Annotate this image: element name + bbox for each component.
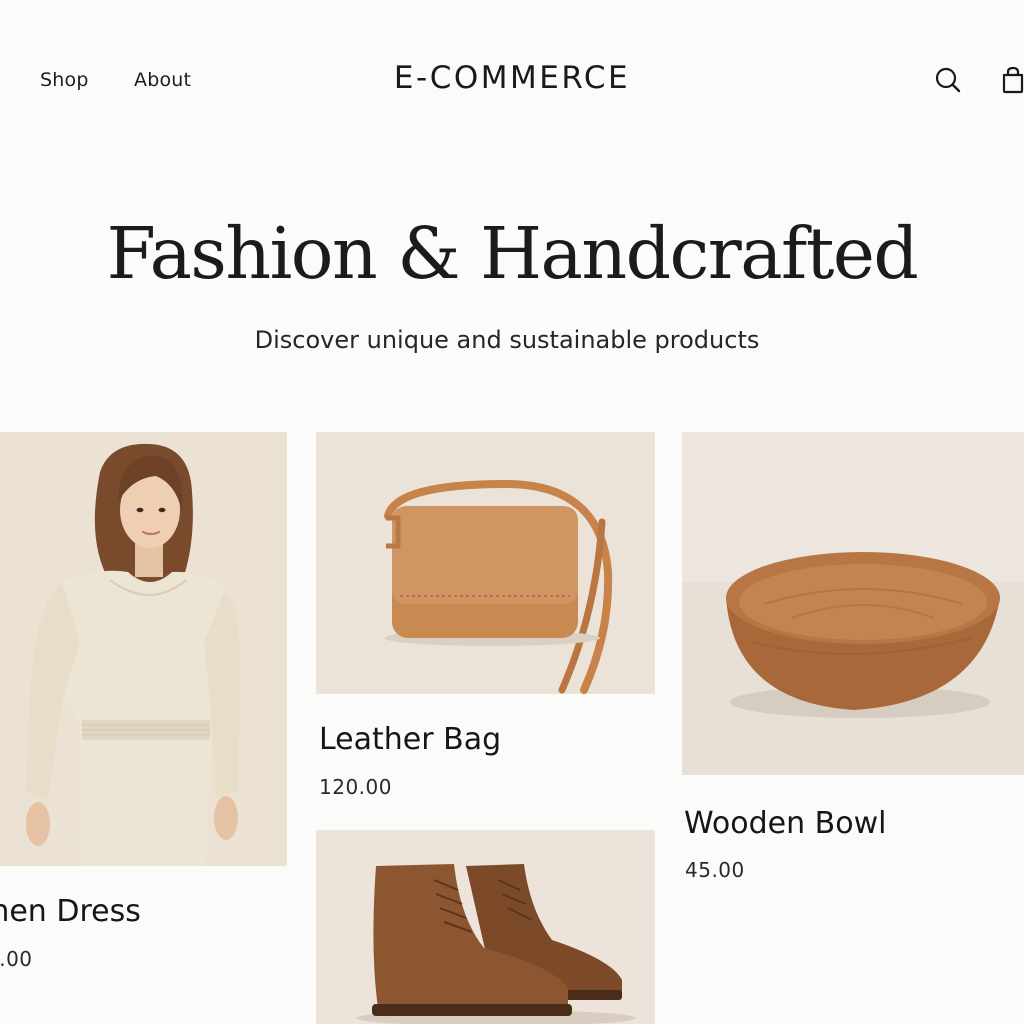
search-button[interactable] xyxy=(932,64,964,96)
leather-bag-photo xyxy=(316,432,655,694)
linen-dress-photo xyxy=(0,432,287,866)
suede-boots-photo xyxy=(316,830,655,1024)
product-image-linen-dress[interactable] xyxy=(0,432,287,866)
product-name[interactable]: inen Dress xyxy=(0,894,141,929)
product-image-wooden-bowl[interactable] xyxy=(682,432,1024,775)
product-name[interactable]: Wooden Bowl xyxy=(684,806,886,841)
product-image-leather-bag[interactable] xyxy=(316,432,655,694)
cart-button[interactable] xyxy=(998,64,1024,96)
brand-logo[interactable]: E-COMMERCE xyxy=(0,60,1024,96)
product-price: 45.00 xyxy=(685,858,745,882)
search-icon xyxy=(935,67,961,93)
product-image-suede-boots[interactable] xyxy=(316,830,655,1024)
product-price: 9.00 xyxy=(0,947,33,971)
hero-subtitle: Discover unique and sustainable products xyxy=(254,326,760,354)
wooden-bowl-photo xyxy=(682,432,1024,775)
store-page: Shop About E-COMMERCE Fashion & Handcraf… xyxy=(0,0,1024,1024)
product-price: 120.00 xyxy=(319,775,392,799)
hero-title: Fashion & Handcrafted xyxy=(106,212,919,295)
product-name[interactable]: Leather Bag xyxy=(319,722,501,757)
shopping-bag-icon xyxy=(1002,66,1024,94)
